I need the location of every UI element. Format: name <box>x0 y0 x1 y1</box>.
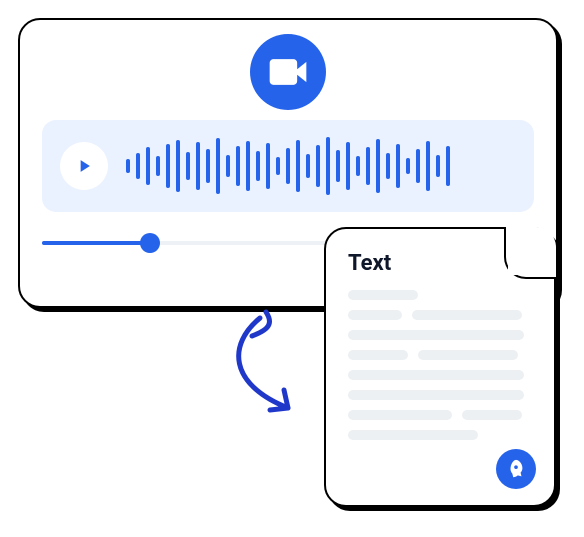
text-line <box>348 390 524 400</box>
waveform-bar <box>266 143 270 189</box>
waveform-bar <box>346 142 350 190</box>
waveform-bar <box>426 141 430 191</box>
waveform-bar <box>376 139 380 193</box>
text-line <box>348 410 452 420</box>
text-line <box>412 310 522 320</box>
waveform-bar <box>436 155 440 177</box>
waveform-bar <box>446 146 450 186</box>
text-line-row <box>348 350 532 360</box>
waveform-bar <box>156 156 160 176</box>
rocket-icon <box>496 449 536 489</box>
waveform-bar <box>166 144 170 188</box>
text-line-row <box>348 370 532 380</box>
text-line <box>348 430 478 440</box>
waveform-bar <box>356 156 360 176</box>
waveform-bar <box>206 149 210 183</box>
text-line-row <box>348 390 532 400</box>
illustration-stage: Text <box>0 0 584 537</box>
waveform-bar <box>196 142 200 190</box>
document-body <box>348 290 532 440</box>
waveform-bar <box>146 147 150 185</box>
waveform-bar <box>416 149 420 183</box>
waveform-bar <box>306 154 310 178</box>
play-icon <box>74 156 94 176</box>
waveform-bar <box>316 145 320 187</box>
waveform-bar <box>256 151 260 181</box>
waveform-bar <box>386 153 390 179</box>
video-camera-icon <box>250 34 326 110</box>
waveform-bar <box>226 155 230 177</box>
text-line <box>348 350 408 360</box>
curved-arrow-icon <box>210 312 330 432</box>
waveform-bar <box>246 141 250 191</box>
text-line-row <box>348 290 532 300</box>
waveform-bar <box>276 157 280 175</box>
waveform-bar <box>176 140 180 192</box>
text-line <box>462 410 522 420</box>
waveform-bar <box>326 137 330 195</box>
text-line <box>348 310 402 320</box>
text-line-row <box>348 430 532 440</box>
play-button[interactable] <box>60 142 108 190</box>
waveform-bar <box>336 150 340 182</box>
text-line <box>348 330 524 340</box>
waveform-bar <box>366 147 370 185</box>
waveform-bar <box>296 140 300 192</box>
waveform-bar <box>216 138 220 194</box>
text-line-row <box>348 410 532 420</box>
text-line <box>348 290 418 300</box>
waveform-bar <box>126 159 130 173</box>
document-card: Text <box>324 227 556 507</box>
text-line-row <box>348 330 532 340</box>
text-line <box>418 350 518 360</box>
waveform <box>126 136 516 196</box>
text-line <box>348 370 524 380</box>
waveform-bar <box>186 152 190 180</box>
text-line-row <box>348 310 532 320</box>
waveform-bar <box>286 148 290 184</box>
waveform-bar <box>236 146 240 186</box>
waveform-panel <box>42 120 534 212</box>
page-fold-icon <box>504 227 556 279</box>
waveform-bar <box>406 158 410 174</box>
waveform-bar <box>396 144 400 188</box>
waveform-bar <box>136 153 140 179</box>
